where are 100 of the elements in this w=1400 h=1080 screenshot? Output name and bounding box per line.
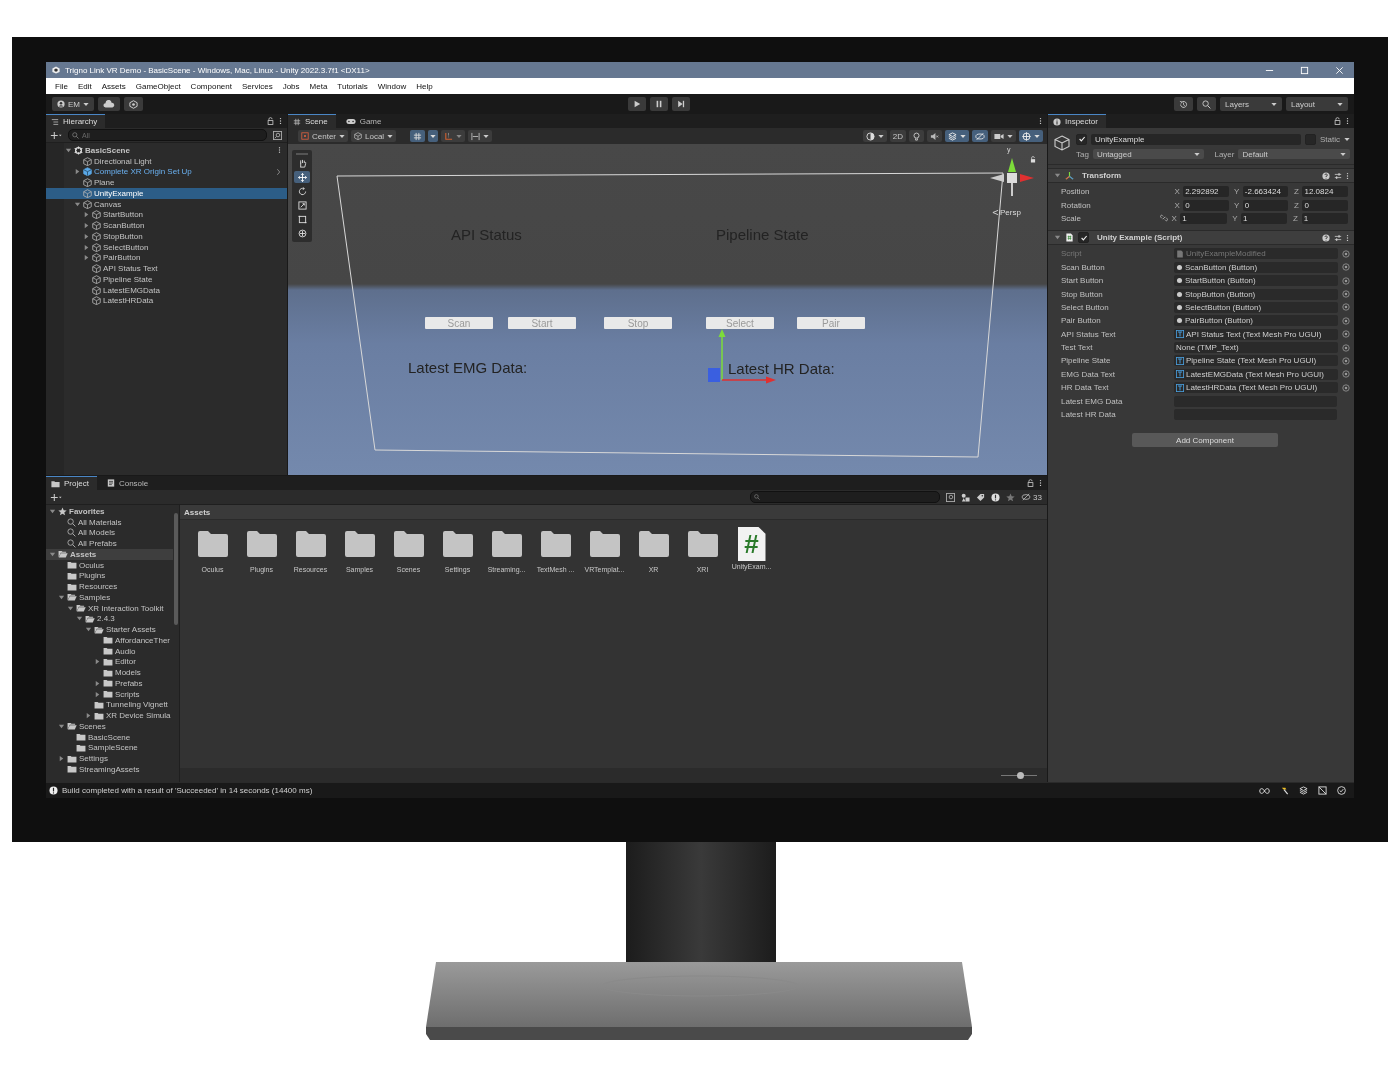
object-field[interactable]: StartButton (Button) bbox=[1174, 275, 1338, 287]
project-tree-item[interactable]: All Materials bbox=[46, 516, 173, 528]
2d-toggle-button[interactable]: 2D bbox=[889, 130, 906, 142]
lock-icon[interactable] bbox=[267, 117, 274, 125]
number-field[interactable]: -2.663424 bbox=[1242, 186, 1289, 198]
help-icon[interactable] bbox=[1322, 171, 1330, 180]
hierarchy-item[interactable]: API Status Text bbox=[46, 263, 287, 274]
check-circle-icon[interactable] bbox=[1337, 786, 1346, 795]
hierarchy-item[interactable]: Pipeline State bbox=[46, 274, 287, 285]
kebab-menu-icon[interactable] bbox=[1039, 479, 1042, 487]
pivot-dropdown[interactable]: Center bbox=[298, 130, 348, 142]
menu-item[interactable]: Component bbox=[185, 79, 237, 93]
hidden-packages-toggle[interactable]: 33 bbox=[1021, 492, 1042, 502]
disclosure-arrow-icon[interactable] bbox=[49, 507, 56, 515]
lock-icon[interactable] bbox=[1334, 117, 1341, 125]
hammer-icon[interactable] bbox=[1280, 786, 1289, 795]
sliders-icon[interactable] bbox=[1334, 233, 1342, 242]
component-enabled-checkbox[interactable] bbox=[1078, 232, 1089, 244]
scene-search-icon[interactable] bbox=[946, 492, 956, 502]
cloud-button[interactable] bbox=[98, 97, 120, 111]
bug-icon[interactable] bbox=[1318, 786, 1327, 795]
lock-icon[interactable] bbox=[1030, 156, 1036, 163]
object-field[interactable]: SelectButton (Button) bbox=[1174, 301, 1338, 313]
project-tree-item[interactable]: XR Interaction Toolkit bbox=[46, 602, 173, 614]
disclosure-arrow-icon[interactable] bbox=[1054, 172, 1061, 179]
number-field[interactable]: 0 bbox=[1183, 199, 1229, 211]
add-component-button[interactable]: Add Component bbox=[1132, 433, 1278, 448]
label-filter-icon[interactable] bbox=[976, 492, 986, 502]
disclosure-arrow-icon[interactable] bbox=[85, 712, 92, 720]
menu-item[interactable]: Edit bbox=[72, 79, 97, 93]
object-field[interactable]: Pipeline State (Text Mesh Pro UGUI) bbox=[1174, 355, 1338, 367]
infinity-icon[interactable] bbox=[1259, 786, 1270, 795]
kebab-menu-icon[interactable] bbox=[1346, 117, 1349, 125]
hierarchy-item[interactable]: StartButton bbox=[46, 209, 287, 221]
sliders-icon[interactable] bbox=[1334, 171, 1342, 180]
move-tool-button[interactable] bbox=[294, 171, 310, 183]
hierarchy-item[interactable]: Plane bbox=[46, 177, 287, 188]
project-tree-item[interactable]: 2.4.3 bbox=[46, 613, 173, 625]
number-field[interactable]: 0 bbox=[1242, 199, 1289, 211]
kebab-menu-icon[interactable] bbox=[279, 117, 282, 125]
tag-dropdown[interactable]: Untagged bbox=[1092, 149, 1205, 159]
grid-snap-button[interactable] bbox=[410, 130, 426, 142]
number-field[interactable]: 1 bbox=[1180, 212, 1227, 224]
menu-item[interactable]: Assets bbox=[96, 79, 131, 93]
menu-item[interactable]: Jobs bbox=[277, 79, 305, 93]
add-button[interactable] bbox=[50, 129, 62, 141]
layout-dropdown[interactable]: Layout bbox=[1286, 97, 1348, 111]
link-icon[interactable] bbox=[1160, 214, 1168, 223]
hidden-objects-button[interactable] bbox=[972, 130, 988, 142]
menu-item[interactable]: Window bbox=[372, 79, 412, 93]
disclosure-arrow-icon[interactable] bbox=[49, 550, 56, 558]
layers-dropdown[interactable]: Layers bbox=[1220, 97, 1282, 111]
hierarchy-item[interactable]: ScanButton bbox=[46, 220, 287, 231]
object-field[interactable]: LatestEMGData (Text Mesh Pro UGUI) bbox=[1174, 368, 1338, 380]
project-tree-item[interactable]: Samples bbox=[46, 592, 173, 603]
add-button[interactable] bbox=[50, 491, 62, 503]
stack-icon[interactable] bbox=[1299, 786, 1308, 795]
hierarchy-item[interactable]: PairButton bbox=[46, 252, 287, 264]
project-tree-item[interactable]: Settings bbox=[46, 753, 173, 764]
object-field[interactable]: PairButton (Button) bbox=[1174, 315, 1338, 327]
project-tree-item[interactable]: Audio bbox=[46, 645, 173, 657]
number-field[interactable]: 1 bbox=[1301, 212, 1348, 224]
project-tree-item[interactable]: Oculus bbox=[46, 559, 173, 571]
type-filter-icon[interactable] bbox=[961, 492, 971, 502]
hierarchy-item[interactable]: Complete XR Origin Set Up bbox=[46, 166, 287, 178]
disclosure-arrow-icon[interactable] bbox=[94, 658, 101, 666]
hierarchy-item[interactable]: SelectButton bbox=[46, 241, 287, 253]
space-dropdown[interactable]: Local bbox=[351, 130, 397, 142]
gizmos-dropdown[interactable] bbox=[1019, 130, 1043, 142]
project-tree-item[interactable]: XR Device Simula bbox=[46, 710, 173, 721]
component-header[interactable]: Transform bbox=[1048, 168, 1354, 183]
number-field[interactable]: 12.0824 bbox=[1302, 186, 1348, 198]
menu-item[interactable]: Services bbox=[236, 79, 278, 93]
chevron-right-icon[interactable] bbox=[276, 167, 281, 176]
account-dropdown[interactable]: EM bbox=[52, 97, 94, 111]
history-button[interactable] bbox=[1174, 97, 1193, 111]
active-checkbox[interactable] bbox=[1076, 133, 1087, 145]
zoom-slider-thumb[interactable] bbox=[1017, 771, 1025, 779]
audio-toggle-button[interactable] bbox=[927, 130, 942, 142]
align-dropdown[interactable] bbox=[468, 130, 493, 142]
hierarchy-item[interactable]: Directional Light bbox=[46, 155, 287, 167]
object-field[interactable]: API Status Text (Text Mesh Pro UGUI) bbox=[1174, 328, 1338, 340]
menu-item[interactable]: File bbox=[50, 79, 73, 93]
object-field[interactable]: None (TMP_Text) bbox=[1174, 342, 1338, 354]
increment-snap-button[interactable] bbox=[441, 130, 466, 142]
view-tab[interactable]: Scene bbox=[288, 114, 336, 128]
number-field[interactable]: 2.292892 bbox=[1183, 186, 1229, 198]
step-button[interactable] bbox=[671, 97, 690, 111]
hierarchy-item[interactable]: Canvas bbox=[46, 198, 287, 210]
hierarchy-item[interactable]: UnityExample bbox=[46, 188, 287, 199]
disclosure-arrow-icon[interactable] bbox=[65, 146, 72, 154]
project-tree-item[interactable]: All Prefabs bbox=[46, 538, 173, 549]
menu-item[interactable]: Meta bbox=[304, 79, 333, 93]
project-tree-item[interactable]: Scripts bbox=[46, 688, 173, 700]
search-button[interactable] bbox=[1197, 97, 1216, 111]
project-tree-item[interactable]: All Models bbox=[46, 527, 173, 539]
project-tree-item[interactable]: Scenes bbox=[46, 721, 173, 732]
number-field[interactable]: 0 bbox=[1302, 199, 1348, 211]
project-tree-item[interactable]: Starter Assets bbox=[46, 624, 173, 635]
hierarchy-item[interactable]: LatestEMGData bbox=[46, 284, 287, 296]
